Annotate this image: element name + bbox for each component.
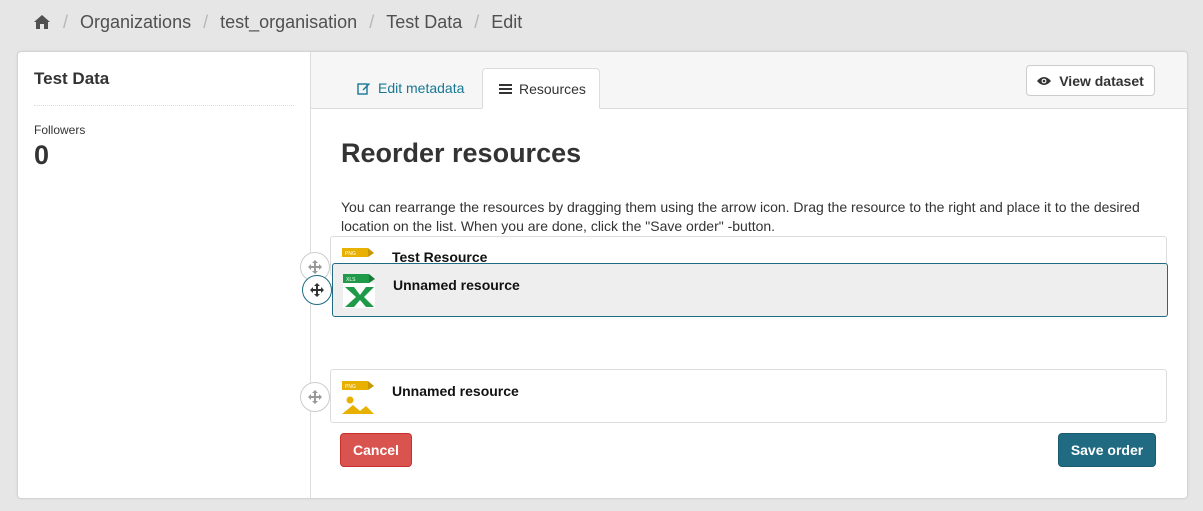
tab-bar: Edit metadata Resources View dataset <box>311 52 1187 109</box>
svg-text:PNG: PNG <box>345 251 356 257</box>
cancel-button[interactable]: Cancel <box>340 433 412 467</box>
svg-text:XLS: XLS <box>346 277 356 283</box>
divider <box>34 105 294 106</box>
sidebar: Test Data Followers 0 <box>18 52 311 498</box>
breadcrumb-organisation[interactable]: test_organisation <box>220 12 357 33</box>
followers-count: 0 <box>34 140 50 170</box>
xls-format-icon: XLS <box>343 274 375 313</box>
followers-label: Followers <box>34 123 86 137</box>
eye-icon <box>1037 76 1052 86</box>
tab-edit-metadata[interactable]: Edit metadata <box>341 68 481 108</box>
resource-item-dragging[interactable]: XLS Unnamed resource <box>332 263 1168 317</box>
breadcrumb-dataset[interactable]: Test Data <box>386 12 462 33</box>
drag-handle[interactable] <box>300 382 330 412</box>
png-format-icon: PNG <box>342 381 374 420</box>
breadcrumb-separator: / <box>203 11 209 32</box>
view-dataset-label: View dataset <box>1059 72 1144 89</box>
resource-name: Unnamed resource <box>392 383 519 399</box>
tab-resources[interactable]: Resources <box>482 68 600 109</box>
drag-handle[interactable] <box>302 275 332 305</box>
edit-icon <box>357 81 371 95</box>
save-order-button[interactable]: Save order <box>1058 433 1156 467</box>
resource-name: Unnamed resource <box>393 277 520 293</box>
resource-item[interactable]: PNG Unnamed resource <box>330 369 1167 423</box>
tab-edit-metadata-label: Edit metadata <box>378 80 465 96</box>
home-icon[interactable] <box>33 14 51 30</box>
help-text: You can rearrange the resources by dragg… <box>341 199 1140 234</box>
breadcrumb-organizations[interactable]: Organizations <box>80 12 191 33</box>
sidebar-title: Test Data <box>34 69 110 88</box>
breadcrumb-edit[interactable]: Edit <box>491 12 522 33</box>
list-icon <box>499 83 512 95</box>
svg-text:PNG: PNG <box>345 384 356 390</box>
breadcrumb-separator: / <box>63 11 69 32</box>
view-dataset-button[interactable]: View dataset <box>1026 65 1155 96</box>
breadcrumb-separator: / <box>369 11 375 32</box>
breadcrumb-separator: / <box>474 11 480 32</box>
tab-resources-label: Resources <box>519 80 586 97</box>
breadcrumb: / Organizations / test_organisation / Te… <box>33 10 522 34</box>
page-title: Reorder resources <box>341 138 582 168</box>
